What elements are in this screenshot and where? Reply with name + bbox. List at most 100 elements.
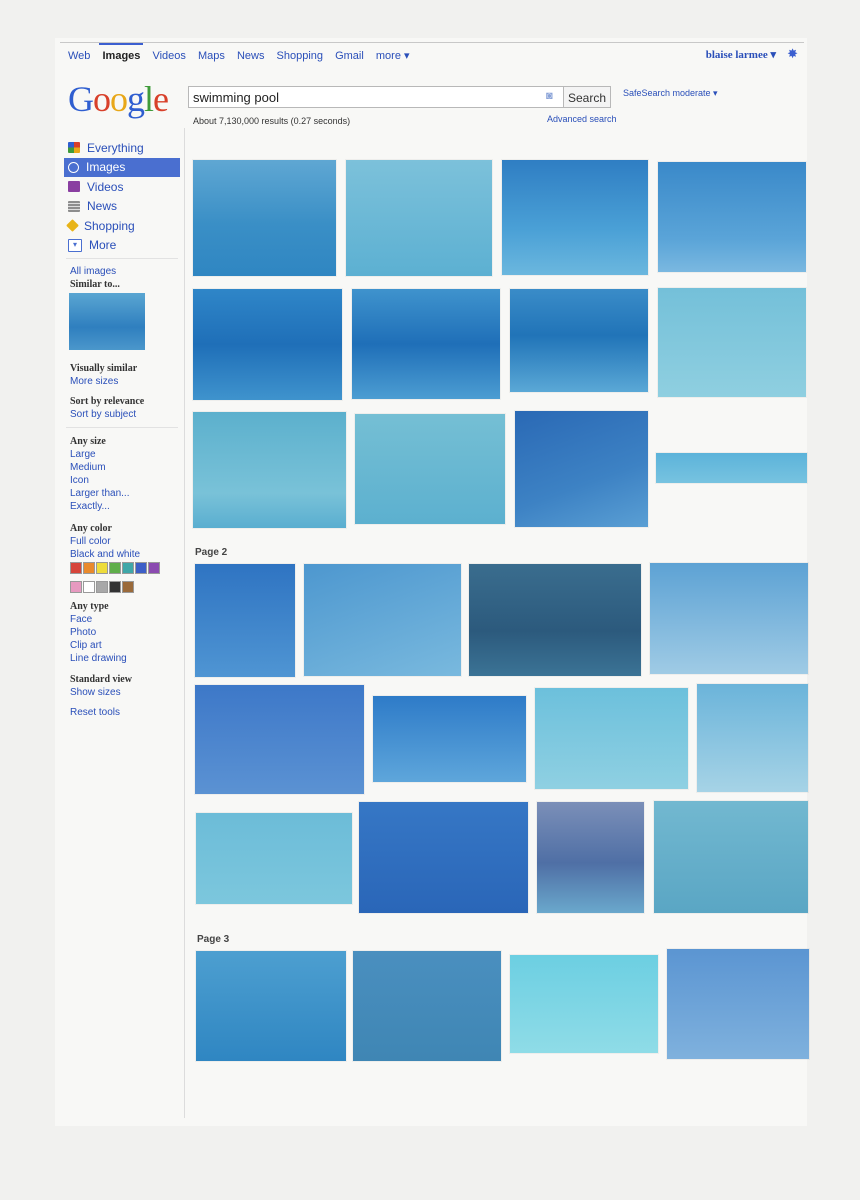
left-nav-label: News [87,199,118,214]
chevron-down-icon: ▾ [68,238,82,252]
image-result-thumbnail[interactable] [193,412,346,528]
image-result-thumbnail[interactable] [353,951,501,1061]
sidebar-view: Standard view Show sizes [70,673,132,699]
image-result-thumbnail[interactable] [355,414,505,524]
image-result-thumbnail[interactable] [654,801,808,913]
visually-similar-label: Visually similar [70,363,138,374]
image-result-thumbnail[interactable] [515,411,648,527]
image-result-thumbnail[interactable] [195,685,364,794]
top-nav-more[interactable]: more ▾ [376,50,410,62]
color-swatch[interactable] [83,562,95,574]
color-swatch[interactable] [83,581,95,593]
more-sizes-link[interactable]: More sizes [70,375,137,388]
search-input[interactable]: swimming pool [188,86,563,108]
color-swatch[interactable] [148,562,160,574]
top-nav-shopping[interactable]: Shopping [277,50,324,62]
image-result-thumbnail[interactable] [193,289,342,400]
left-nav-shopping[interactable]: Shopping [64,216,180,236]
color-swatch[interactable] [109,562,121,574]
image-result-thumbnail[interactable] [359,802,528,913]
color-swatch[interactable] [122,581,134,593]
top-nav: Web Images Videos Maps News Shopping Gma… [68,49,419,62]
search-button[interactable]: Search [563,86,611,108]
size-larger-than-link[interactable]: Larger than... [70,487,129,500]
top-nav-maps[interactable]: Maps [198,50,225,62]
size-icon-link[interactable]: Icon [70,474,129,487]
view-header: Standard view [70,674,132,685]
image-result-thumbnail[interactable] [352,289,500,399]
size-header: Any size [70,436,106,447]
color-swatch[interactable] [109,581,121,593]
image-result-thumbnail[interactable] [510,289,648,392]
black-white-link[interactable]: Black and white [70,548,140,561]
size-large-link[interactable]: Large [70,448,129,461]
similar-image-thumbnail[interactable] [69,293,145,350]
left-nav-label: Shopping [84,218,135,233]
show-sizes-link[interactable]: Show sizes [70,686,132,699]
image-result-thumbnail[interactable] [658,162,806,272]
left-nav-label: Everything [87,140,144,155]
gear-icon[interactable]: ✸ [787,46,798,62]
top-nav-web[interactable]: Web [68,50,90,62]
image-result-thumbnail[interactable] [510,955,658,1053]
top-nav-images[interactable]: Images [102,50,140,62]
top-bar: Web Images Videos Maps News Shopping Gma… [60,42,804,67]
sidebar-sort: Sort by relevance Sort by subject [70,395,144,421]
image-result-thumbnail[interactable] [196,813,352,904]
advanced-search-link[interactable]: Advanced search [547,114,617,124]
image-result-thumbnail[interactable] [195,564,295,677]
color-swatch[interactable] [96,562,108,574]
image-result-thumbnail[interactable] [667,949,809,1059]
sidebar-color: Any color Full color Black and white [70,522,140,561]
top-nav-news[interactable]: News [237,50,265,62]
image-result-thumbnail[interactable] [196,951,346,1061]
top-nav-gmail[interactable]: Gmail [335,50,364,62]
type-photo-link[interactable]: Photo [70,626,127,639]
news-icon [68,200,80,212]
image-result-thumbnail[interactable] [502,160,648,275]
left-nav-label: Videos [87,179,124,194]
image-result-thumbnail[interactable] [373,696,526,782]
google-logo[interactable]: Google [68,78,169,120]
size-exactly-link[interactable]: Exactly... [70,500,129,513]
page-2-label: Page 2 [195,547,228,558]
image-result-thumbnail[interactable] [658,288,806,397]
left-nav: Everything Images Videos News Shopping ▾… [64,138,180,255]
size-medium-link[interactable]: Medium [70,461,129,474]
image-result-thumbnail[interactable] [304,564,461,676]
type-line-drawing-link[interactable]: Line drawing [70,652,127,665]
image-result-thumbnail[interactable] [656,453,807,483]
image-result-thumbnail[interactable] [697,684,808,792]
sidebar-type: Any type Face Photo Clip art Line drawin… [70,600,127,665]
image-result-thumbnail[interactable] [346,160,492,276]
color-swatch[interactable] [70,581,82,593]
safesearch-dropdown[interactable]: SafeSearch moderate ▾ [623,88,718,99]
sidebar-reset: Reset tools [70,706,120,719]
sort-relevance-label: Sort by relevance [70,396,145,407]
top-nav-videos[interactable]: Videos [152,50,185,62]
image-result-thumbnail[interactable] [650,563,808,674]
color-swatch[interactable] [70,562,82,574]
image-result-thumbnail[interactable] [469,564,641,676]
all-images-link[interactable]: All images [70,265,120,278]
user-account-menu[interactable]: blaise larmee ▾ [706,48,776,61]
color-swatch[interactable] [135,562,147,574]
left-nav-news[interactable]: News [64,197,180,217]
sort-subject-link[interactable]: Sort by subject [70,408,144,421]
left-nav-images[interactable]: Images [64,157,180,177]
type-face-link[interactable]: Face [70,613,127,626]
type-clip-art-link[interactable]: Clip art [70,639,127,652]
image-result-thumbnail[interactable] [193,160,336,276]
divider [66,258,178,259]
full-color-link[interactable]: Full color [70,535,140,548]
tag-icon [66,219,79,233]
image-result-thumbnail[interactable] [535,688,688,789]
left-nav-everything[interactable]: Everything [64,138,180,158]
image-result-thumbnail[interactable] [537,802,644,913]
color-swatch[interactable] [96,581,108,593]
left-nav-more[interactable]: ▾ More [64,236,180,256]
reset-tools-link[interactable]: Reset tools [70,706,120,719]
left-nav-videos[interactable]: Videos [64,177,180,197]
color-swatch[interactable] [122,562,134,574]
camera-search-icon[interactable]: ◙ [546,90,553,102]
